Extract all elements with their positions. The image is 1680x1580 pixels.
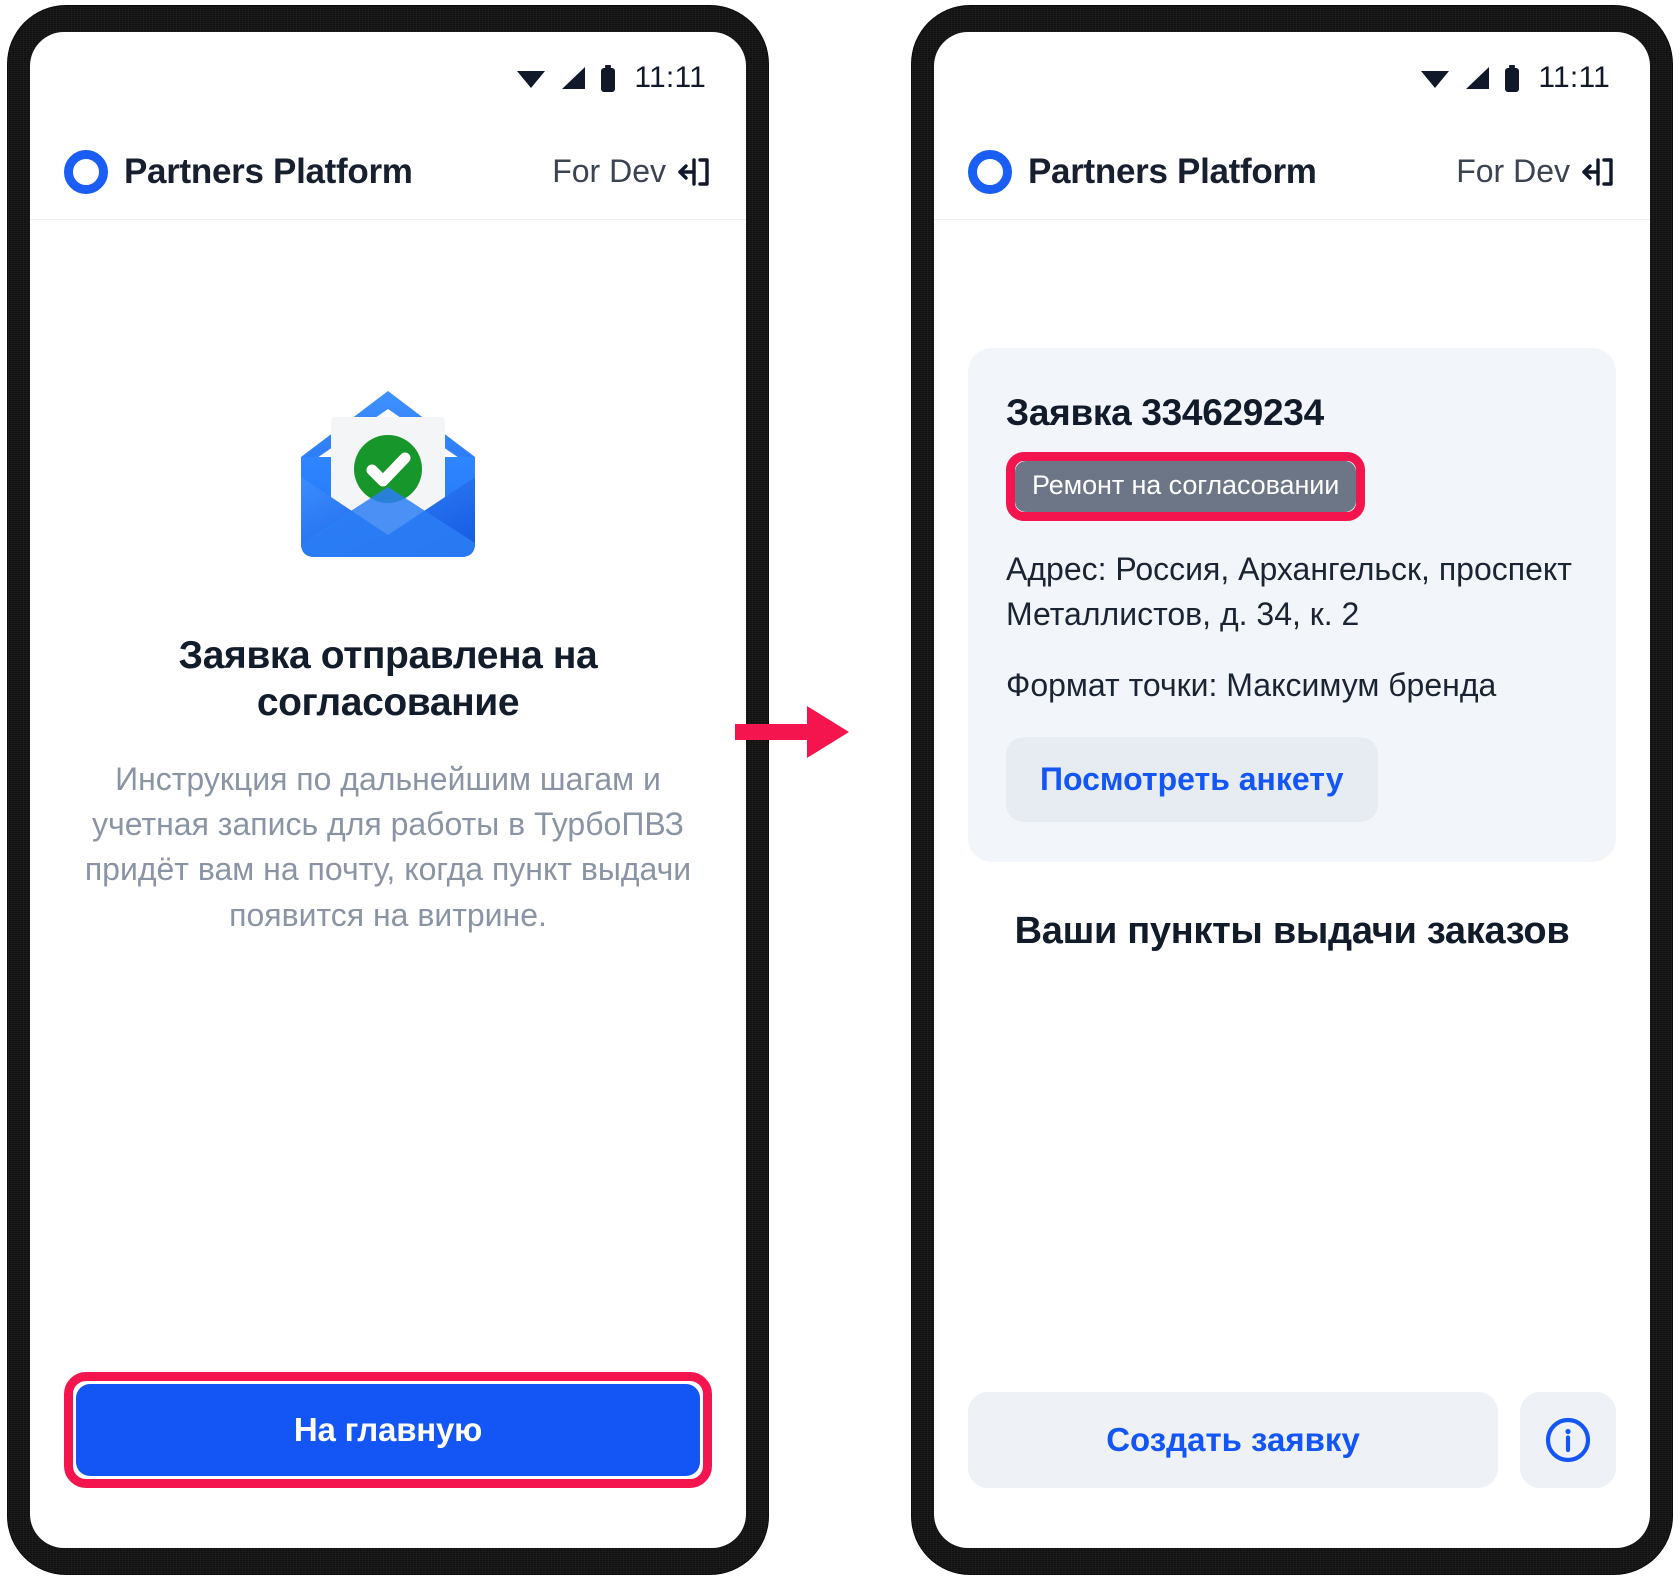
phone-screen-right: 11:11 Partners Platform For Dev Заявка 3…: [934, 32, 1650, 1548]
right-content: Заявка 334629234 Ремонт на согласовании …: [934, 220, 1650, 1548]
phone-frame-left: 11:11 Partners Platform For Dev Заявка о…: [8, 6, 768, 1574]
brand-block: Partners Platform: [64, 149, 413, 194]
app-bar-right[interactable]: For Dev: [552, 153, 712, 191]
partners-platform-logo-icon: [64, 149, 108, 194]
status-bar-time: 11:11: [1538, 61, 1610, 94]
app-bar: Partners Platform For Dev: [934, 124, 1650, 220]
flex-spacer: [968, 953, 1616, 1392]
exit-icon[interactable]: [1578, 153, 1616, 191]
phone-frame-right: 11:11 Partners Platform For Dev Заявка 3…: [912, 6, 1672, 1574]
status-badge: Ремонт на согласовании: [1015, 461, 1357, 512]
right-arrow-icon: [735, 706, 849, 758]
wifi-icon: [1421, 71, 1450, 88]
create-request-button[interactable]: Создать заявку: [968, 1392, 1498, 1488]
page-description: Инструкция по дальнейшим шагам и учетная…: [84, 760, 692, 933]
info-button[interactable]: [1520, 1392, 1616, 1488]
left-content: Заявка отправлена на согласование Инстру…: [30, 220, 746, 1548]
highlight-ring-status-badge: Ремонт на согласовании: [1006, 452, 1366, 521]
status-badge-row: Ремонт на согласовании: [1006, 452, 1578, 521]
envelope-with-check-icon: [301, 391, 475, 557]
env-label: For Dev: [1456, 153, 1570, 189]
brand-block: Partners Platform: [968, 149, 1317, 194]
highlight-ring-primary-button: На главную: [64, 1372, 712, 1488]
status-bar-time: 11:11: [634, 61, 706, 94]
app-bar-right[interactable]: For Dev: [1456, 153, 1616, 191]
status-bar-icons: [516, 64, 616, 92]
battery-icon: [1505, 64, 1520, 92]
status-bar-icons: [1420, 64, 1520, 92]
cellular-signal-icon: [562, 67, 586, 89]
cellular-signal-icon: [1466, 67, 1490, 89]
status-bar: 11:11: [934, 32, 1650, 124]
status-bar: 11:11: [30, 32, 746, 124]
view-form-button[interactable]: Посмотреть анкету: [1006, 737, 1378, 823]
app-bar: Partners Platform For Dev: [30, 124, 746, 220]
page-title: Заявка отправлена на согласование: [178, 634, 598, 724]
phone-screen-left: 11:11 Partners Platform For Dev Заявка о…: [30, 32, 746, 1548]
brand-name: Partners Platform: [1028, 151, 1317, 191]
cta-zone: На главную: [64, 1372, 712, 1548]
brand-name: Partners Platform: [124, 151, 413, 191]
partners-platform-logo-icon: [968, 149, 1012, 194]
exit-icon[interactable]: [674, 153, 712, 191]
illustration-wrap: [64, 365, 712, 575]
comparison-stage: 11:11 Partners Platform For Dev Заявка о…: [0, 0, 1680, 1580]
bottom-action-bar: Создать заявку: [968, 1392, 1616, 1548]
env-label: For Dev: [552, 153, 666, 189]
wifi-icon: [517, 71, 546, 88]
flex-spacer: [64, 938, 712, 1372]
section-title: Ваши пункты выдачи заказов: [1014, 910, 1570, 953]
request-card: Заявка 334629234 Ремонт на согласовании …: [968, 348, 1616, 863]
request-title: Заявка 334629234: [1006, 392, 1324, 433]
request-format: Формат точки: Максимум бренда: [1006, 666, 1497, 703]
go-home-button[interactable]: На главную: [76, 1384, 700, 1476]
info-circle-icon: [1545, 1417, 1591, 1463]
battery-icon: [601, 64, 616, 92]
request-address: Адрес: Россия, Архангельск, проспект Мет…: [1006, 551, 1572, 632]
